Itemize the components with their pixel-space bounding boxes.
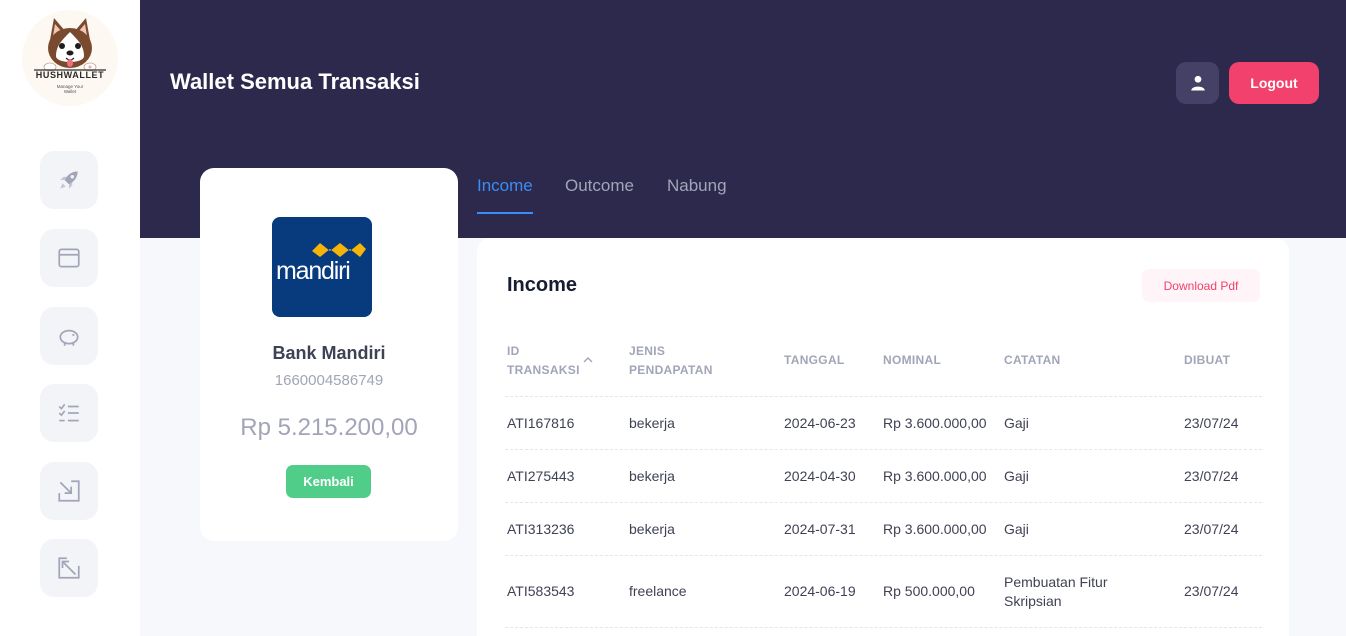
tab-nabung[interactable]: Nabung [667, 176, 727, 214]
cell-id: ATI167816 [507, 415, 575, 431]
download-pdf-button[interactable]: Download Pdf [1142, 269, 1260, 302]
column-header-id-line1: ID [507, 344, 520, 358]
cell-dibuat: 23/07/24 [1184, 415, 1239, 431]
column-header-tanggal[interactable]: TANGGAL [784, 351, 845, 370]
sidebar-item-income[interactable] [40, 462, 98, 520]
back-button[interactable]: Kembali [286, 465, 371, 498]
wallet-icon [58, 248, 80, 268]
cell-jenis: bekerja [629, 468, 675, 484]
cell-catatan: Gaji [1004, 415, 1029, 431]
list-check-icon [58, 403, 79, 422]
row-divider [505, 396, 1262, 397]
sort-ascending-icon[interactable] [582, 355, 594, 365]
cell-id: ATI583543 [507, 583, 575, 599]
sidebar-item-savings[interactable] [40, 307, 98, 365]
panel-title: Income [507, 274, 578, 296]
arrow-in-icon [58, 480, 80, 502]
cell-dibuat: 23/07/24 [1184, 583, 1239, 599]
cell-catatan: Gaji [1004, 521, 1029, 537]
page-title: Wallet Semua Transaksi [170, 69, 420, 94]
logo-subtitle: Manage Your Wallet [56, 84, 84, 94]
cell-nominal: Rp 3.600.000,00 [883, 521, 987, 537]
cell-catatan: Gaji [1004, 468, 1029, 484]
row-divider [505, 627, 1262, 628]
bank-balance: Rp 5.215.200,00 [240, 414, 418, 441]
cell-id: ATI275443 [507, 468, 575, 484]
user-icon [1190, 75, 1205, 91]
bank-card: mandiri Bank Mandiri 1660004586749 Rp 5.… [200, 168, 458, 541]
cell-tanggal: 2024-06-23 [784, 415, 856, 431]
account-number: 1660004586749 [274, 372, 384, 389]
user-menu-button[interactable] [1176, 62, 1219, 104]
sidebar: HUSHWALLET Manage Your Wallet [0, 0, 140, 636]
tab-income[interactable]: Income [477, 176, 533, 214]
cell-tanggal: 2024-04-30 [784, 468, 856, 484]
app-logo[interactable]: HUSHWALLET Manage Your Wallet [22, 10, 118, 106]
cell-tanggal: 2024-07-31 [784, 521, 856, 537]
bank-logo-text: mandiri [276, 257, 351, 285]
sidebar-item-transactions[interactable] [40, 384, 98, 442]
bank-name: Bank Mandiri [272, 343, 386, 363]
column-header-id[interactable]: ID TRANSAKSI [507, 342, 580, 380]
cell-nominal: Rp 3.600.000,00 [883, 415, 987, 431]
cell-catatan-line1: Pembuatan Fitur [1004, 574, 1108, 590]
cell-dibuat: 23/07/24 [1184, 521, 1239, 537]
cell-id: ATI313236 [507, 521, 575, 537]
column-header-id-line2: TRANSAKSI [507, 363, 580, 377]
rocket-icon [60, 171, 78, 189]
logout-button[interactable]: Logout [1229, 62, 1319, 104]
column-header-jenis-line2: PENDAPATAN [629, 363, 713, 377]
cell-tanggal: 2024-06-19 [784, 583, 856, 599]
bank-logo: mandiri [272, 217, 372, 317]
column-header-jenis[interactable]: JENIS PENDAPATAN [629, 342, 713, 380]
cell-nominal: Rp 3.600.000,00 [883, 468, 987, 484]
cell-nominal: Rp 500.000,00 [883, 583, 975, 599]
tab-outcome[interactable]: Outcome [565, 176, 634, 214]
cell-catatan-line2: Skripsian [1004, 593, 1062, 609]
column-header-dibuat[interactable]: DIBUAT [1184, 351, 1230, 370]
row-divider [505, 502, 1262, 503]
piggy-bank-icon [59, 329, 79, 346]
column-header-catatan[interactable]: CATATAN [1004, 351, 1061, 370]
row-divider [505, 555, 1262, 556]
column-header-nominal[interactable]: NOMINAL [883, 351, 941, 370]
income-panel: Income Download Pdf ID TRANSAKSI JENIS P… [477, 238, 1289, 636]
sidebar-item-outcome[interactable] [40, 539, 98, 597]
cell-jenis: freelance [629, 583, 687, 599]
arrow-out-icon [58, 557, 80, 579]
sidebar-item-wallet[interactable] [40, 229, 98, 287]
cell-jenis: bekerja [629, 415, 675, 431]
column-header-jenis-line1: JENIS [629, 344, 666, 358]
logo-title: HUSHWALLET [35, 70, 105, 80]
cell-jenis: bekerja [629, 521, 675, 537]
cell-dibuat: 23/07/24 [1184, 468, 1239, 484]
row-divider [505, 449, 1262, 450]
sidebar-item-dashboard[interactable] [40, 151, 98, 209]
cell-catatan: Pembuatan Fitur Skripsian [1004, 573, 1108, 611]
